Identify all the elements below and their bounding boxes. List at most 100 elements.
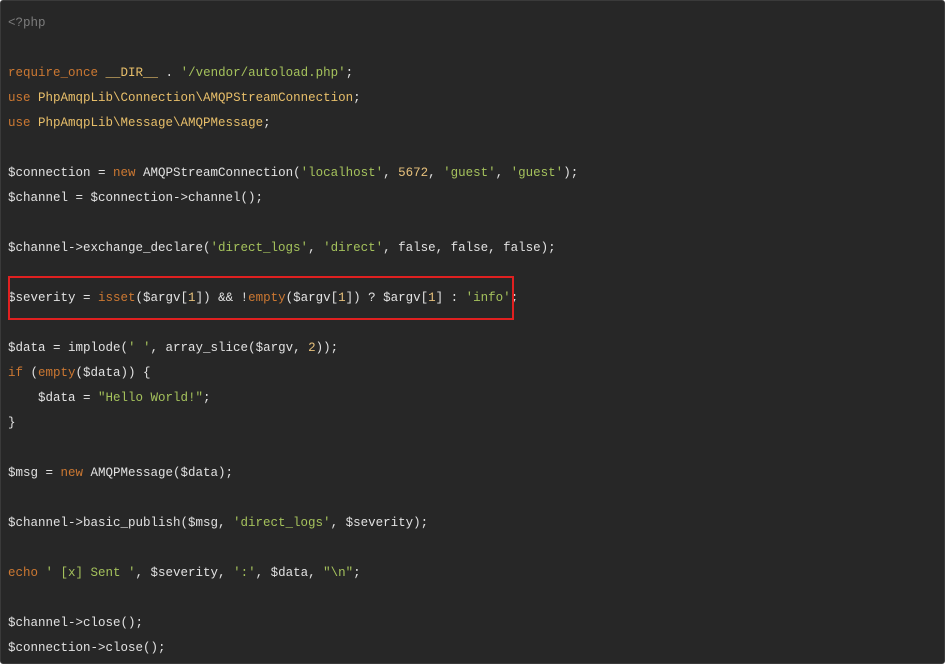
code-string: 'direct_logs' <box>233 516 331 530</box>
code-line: $data = implode(' ', array_slice($argv, … <box>8 336 944 361</box>
code-text: $connection->close(); <box>8 641 166 655</box>
code-line: $channel->close(); <box>8 611 944 636</box>
code-line: $connection = new AMQPStreamConnection('… <box>8 161 944 186</box>
code-string: "Hello World!" <box>98 391 204 405</box>
code-number: 2 <box>308 341 316 355</box>
code-keyword: isset <box>98 291 136 305</box>
code-string: 'direct' <box>323 241 384 255</box>
code-string: 'guest' <box>443 166 496 180</box>
code-text: , $severity, <box>135 566 234 580</box>
code-text: , $data, <box>255 566 324 580</box>
code-text: ; <box>203 391 211 405</box>
code-keyword: use <box>8 91 31 105</box>
code-line: $connection->close(); <box>8 636 944 661</box>
code-text: $channel = $connection->channel(); <box>8 191 264 205</box>
code-line: $channel->exchange_declare('direct_logs'… <box>8 236 944 261</box>
code-line: if (empty($data)) { <box>8 361 944 386</box>
code-text: , <box>383 166 399 180</box>
code-number: 1 <box>188 291 196 305</box>
code-text: AMQPMessage($data); <box>83 466 234 480</box>
code-line: <?php <box>8 11 944 36</box>
code-text: } <box>8 416 16 430</box>
code-text: AMQPStreamConnection( <box>135 166 301 180</box>
code-line: require_once __DIR__ . '/vendor/autoload… <box>8 61 944 86</box>
code-text: $msg = <box>8 466 61 480</box>
code-line: $msg = new AMQPMessage($data); <box>8 461 944 486</box>
code-text: , $severity); <box>330 516 429 530</box>
code-line: } <box>8 411 944 436</box>
code-string: ':' <box>233 566 256 580</box>
code-text: , array_slice($argv, <box>150 341 309 355</box>
code-text: )); <box>315 341 339 355</box>
code-text: ($argv[ <box>135 291 189 305</box>
code-string: '/vendor/autoload.php' <box>180 66 346 80</box>
code-string: 'guest' <box>510 166 564 180</box>
code-text: , <box>428 166 444 180</box>
code-text: ; <box>353 566 361 580</box>
code-string: ' ' <box>128 341 151 355</box>
code-block: <?php require_once __DIR__ . '/vendor/aut… <box>0 0 945 664</box>
code-string: 'direct_logs' <box>210 241 309 255</box>
code-number: 1 <box>338 291 346 305</box>
code-text: ]) ? $argv[ <box>345 291 429 305</box>
code-text: ; <box>345 66 354 80</box>
code-identifier: PhpAmqpLib\Message\AMQPMessage <box>38 116 264 130</box>
code-identifier: PhpAmqpLib\Connection\AMQPStreamConnecti… <box>38 91 354 105</box>
code-text: $channel->exchange_declare( <box>8 241 211 255</box>
code-line: use PhpAmqpLib\Message\AMQPMessage; <box>8 111 944 136</box>
code-text: $severity = <box>8 291 99 305</box>
code-text: , <box>308 241 324 255</box>
code-text: ; <box>263 116 271 130</box>
code-text: ( <box>23 366 39 380</box>
code-line-highlighted: $severity = isset($argv[1]) && !empty($a… <box>8 286 944 311</box>
code-text: $channel->basic_publish($msg, <box>8 516 234 530</box>
code-number: 5672 <box>398 166 429 180</box>
code-number: 1 <box>428 291 436 305</box>
code-keyword: if <box>8 366 24 380</box>
code-text: ; <box>510 291 519 305</box>
code-line: $channel->basic_publish($msg, 'direct_lo… <box>8 511 944 536</box>
code-line: use PhpAmqpLib\Connection\AMQPStreamConn… <box>8 86 944 111</box>
code-text: ; <box>353 91 361 105</box>
code-line: $channel = $connection->channel(); <box>8 186 944 211</box>
code-text: ] : <box>435 291 466 305</box>
code-text: . <box>158 66 181 80</box>
code-text: ]) && ! <box>195 291 249 305</box>
code-text: ); <box>563 166 579 180</box>
code-keyword: require_once <box>8 66 99 80</box>
code-identifier: __DIR__ <box>105 66 159 80</box>
php-open-tag: <?php <box>8 16 46 30</box>
code-lines: <?php require_once __DIR__ . '/vendor/aut… <box>8 11 944 661</box>
code-text: , false, false, false); <box>383 241 556 255</box>
code-text: , <box>495 166 511 180</box>
code-string: "\n" <box>323 566 354 580</box>
code-text: $data = <box>8 391 99 405</box>
code-string: 'info' <box>465 291 511 305</box>
code-string: 'localhost' <box>300 166 384 180</box>
code-keyword: echo <box>8 566 39 580</box>
code-text: $data = implode( <box>8 341 129 355</box>
code-keyword: empty <box>248 291 286 305</box>
code-line: $data = "Hello World!"; <box>8 386 944 411</box>
code-text: $connection = <box>8 166 114 180</box>
code-line: echo ' [x] Sent ', $severity, ':', $data… <box>8 561 944 586</box>
code-keyword: new <box>113 166 136 180</box>
code-text: ($argv[ <box>285 291 339 305</box>
code-text: ($data)) { <box>75 366 151 380</box>
code-keyword: use <box>8 116 31 130</box>
code-keyword: new <box>60 466 84 480</box>
code-keyword: empty <box>38 366 76 380</box>
